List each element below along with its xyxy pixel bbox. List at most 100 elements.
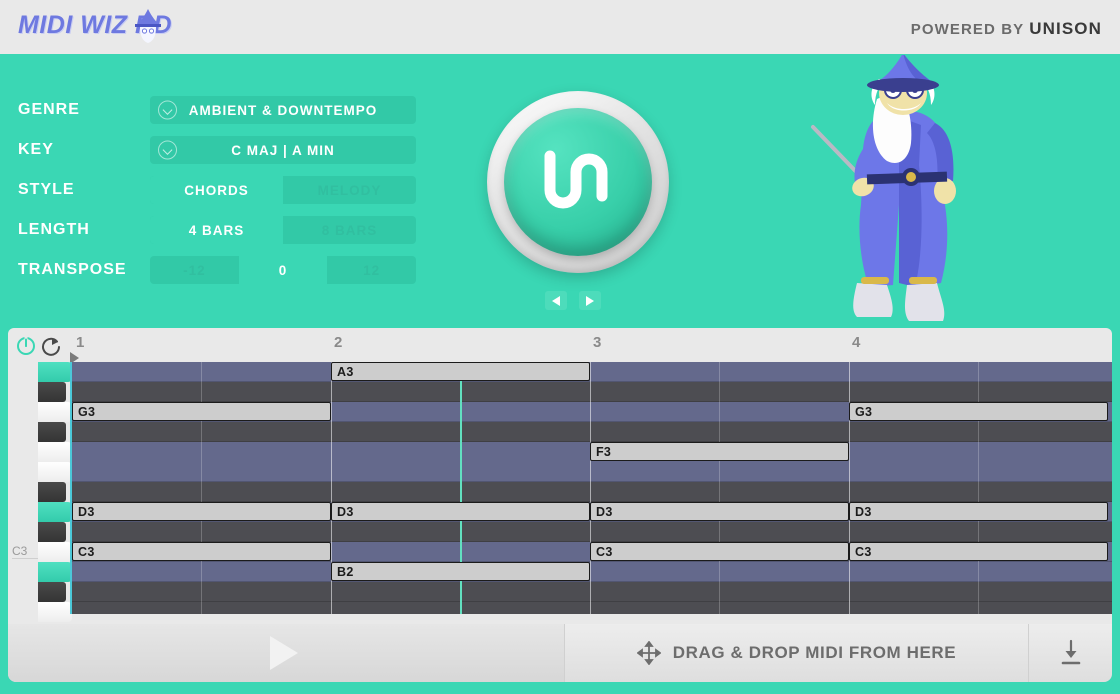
transpose-option-minus-12[interactable]: -12	[150, 256, 239, 284]
note-block[interactable]: G3	[72, 402, 331, 421]
chevron-down-circle-icon	[158, 140, 177, 160]
previous-arrow-button[interactable]	[545, 291, 567, 310]
move-arrows-icon	[636, 641, 661, 665]
unison-logo-icon	[544, 150, 608, 209]
piano-key-a2[interactable]	[38, 602, 72, 622]
grid-row	[72, 602, 1112, 614]
note-block[interactable]: F3	[590, 442, 849, 461]
transpose-option-0[interactable]: 0	[238, 256, 328, 284]
next-arrow-button[interactable]	[579, 291, 601, 310]
genre-row: GENRE AMBIENT & DOWNTEMPO	[0, 90, 440, 130]
octave-label-c3: C3	[12, 544, 38, 559]
key-label: KEY	[18, 141, 54, 158]
piano-key-g3[interactable]	[38, 402, 72, 422]
note-block[interactable]: D3	[590, 502, 849, 521]
piano-key-ds3[interactable]	[38, 482, 66, 502]
piano-roll-ruler: 1 2 3 4	[8, 328, 1112, 364]
note-block[interactable]: D3	[331, 502, 590, 521]
piano-keyboard	[38, 362, 72, 622]
grid-row	[72, 362, 1112, 382]
style-toggle: CHORDS MELODY	[150, 176, 416, 204]
grid-bar-line	[849, 362, 850, 614]
midi-wizard-app: MIDI WIZ RD POWERED BY UNISON GENRE AMBI…	[0, 0, 1120, 694]
note-block[interactable]: B2	[331, 562, 590, 581]
piano-key-d3[interactable]	[38, 502, 72, 522]
download-button[interactable]	[1028, 624, 1112, 682]
previous-arrow-icon	[552, 295, 560, 306]
piano-key-as2[interactable]	[38, 582, 66, 602]
grid-bar-line	[590, 362, 591, 614]
length-label: LENGTH	[18, 221, 90, 238]
note-block[interactable]: A3	[331, 362, 590, 381]
bar-number-3: 3	[593, 334, 602, 351]
powered-by-prefix: POWERED BY	[910, 21, 1030, 38]
grid-row	[72, 462, 1112, 482]
power-icon[interactable]	[16, 336, 36, 356]
bar-number-2: 2	[334, 334, 343, 351]
app-header: MIDI WIZ RD POWERED BY UNISON	[0, 0, 1120, 58]
play-button[interactable]	[8, 624, 564, 682]
preset-nav-arrows	[545, 291, 601, 310]
style-row: STYLE CHORDS MELODY	[0, 170, 440, 210]
piano-key-b2[interactable]	[38, 562, 72, 582]
note-block[interactable]: C3	[590, 542, 849, 561]
grid-row	[72, 562, 1112, 582]
grid-row	[72, 382, 1112, 402]
transpose-row: TRANSPOSE -12 0 12	[0, 250, 440, 290]
generate-button-face	[504, 108, 652, 256]
download-icon	[1061, 639, 1080, 665]
length-toggle: 4 BARS 8 BARS	[150, 216, 416, 244]
generate-button[interactable]	[487, 91, 669, 273]
drag-drop-label: DRAG & DROP MIDI FROM HERE	[672, 643, 957, 662]
powered-by-label: POWERED BY UNISON	[911, 19, 1102, 39]
piano-roll-grid[interactable]: A3 G3 G3 F3 D3 D3 D3 D3 C3 C3 C3 B2	[70, 362, 1112, 614]
app-logo: MIDI WIZ RD	[18, 9, 172, 43]
piano-key-cs3[interactable]	[38, 522, 66, 542]
bar-number-1: 1	[76, 334, 85, 351]
style-label: STYLE	[18, 181, 75, 198]
powered-by-brand: UNISON	[1029, 19, 1102, 38]
grid-beat-line	[201, 362, 202, 614]
key-row: KEY C MAJ | A MIN	[0, 130, 440, 170]
grid-row	[72, 482, 1112, 502]
style-option-melody[interactable]: MELODY	[283, 176, 416, 204]
length-row: LENGTH 4 BARS 8 BARS	[0, 210, 440, 250]
genre-dropdown[interactable]: AMBIENT & DOWNTEMPO	[150, 96, 416, 124]
key-value: C MAJ | A MIN	[231, 142, 335, 158]
grid-row	[72, 582, 1112, 602]
piano-key-a3[interactable]	[38, 362, 72, 382]
play-icon	[270, 636, 298, 670]
drag-drop-midi-area[interactable]: DRAG & DROP MIDI FROM HERE	[564, 624, 1028, 682]
note-block[interactable]: D3	[849, 502, 1108, 521]
note-block[interactable]: C3	[72, 542, 331, 561]
transpose-label: TRANSPOSE	[18, 261, 127, 278]
piano-key-e3[interactable]	[38, 462, 72, 482]
piano-key-f3[interactable]	[38, 442, 72, 462]
wizard-illustration	[811, 55, 956, 321]
transpose-toggle: -12 0 12	[150, 256, 416, 284]
genre-label: GENRE	[18, 101, 80, 118]
controls-panel: GENRE AMBIENT & DOWNTEMPO KEY C MAJ | A …	[0, 90, 440, 290]
piano-roll: 1 2 3 4 C3 A3 G3 G3 F3 D3 D3 D3 D3 C3 C3…	[8, 328, 1112, 624]
style-option-chords[interactable]: CHORDS	[150, 176, 283, 204]
note-block[interactable]: D3	[72, 502, 331, 521]
length-option-8-bars[interactable]: 8 BARS	[283, 216, 416, 244]
note-block[interactable]: C3	[849, 542, 1108, 561]
grid-row	[72, 522, 1112, 542]
bar-number-4: 4	[852, 334, 861, 351]
piano-key-fs3[interactable]	[38, 422, 66, 442]
genre-value: AMBIENT & DOWNTEMPO	[188, 102, 378, 118]
next-arrow-icon	[586, 295, 594, 306]
transpose-option-12[interactable]: 12	[327, 256, 416, 284]
grid-row	[72, 422, 1112, 442]
grid-beat-line	[719, 362, 720, 614]
key-dropdown[interactable]: C MAJ | A MIN	[150, 136, 416, 164]
piano-key-gs3[interactable]	[38, 382, 66, 402]
bottom-bar: DRAG & DROP MIDI FROM HERE	[8, 624, 1112, 682]
piano-key-c3[interactable]	[38, 542, 72, 562]
loop-icon[interactable]	[41, 336, 62, 356]
chevron-down-circle-icon	[158, 100, 177, 120]
length-option-4-bars[interactable]: 4 BARS	[150, 216, 283, 244]
note-block[interactable]: G3	[849, 402, 1108, 421]
grid-beat-line	[978, 362, 979, 614]
